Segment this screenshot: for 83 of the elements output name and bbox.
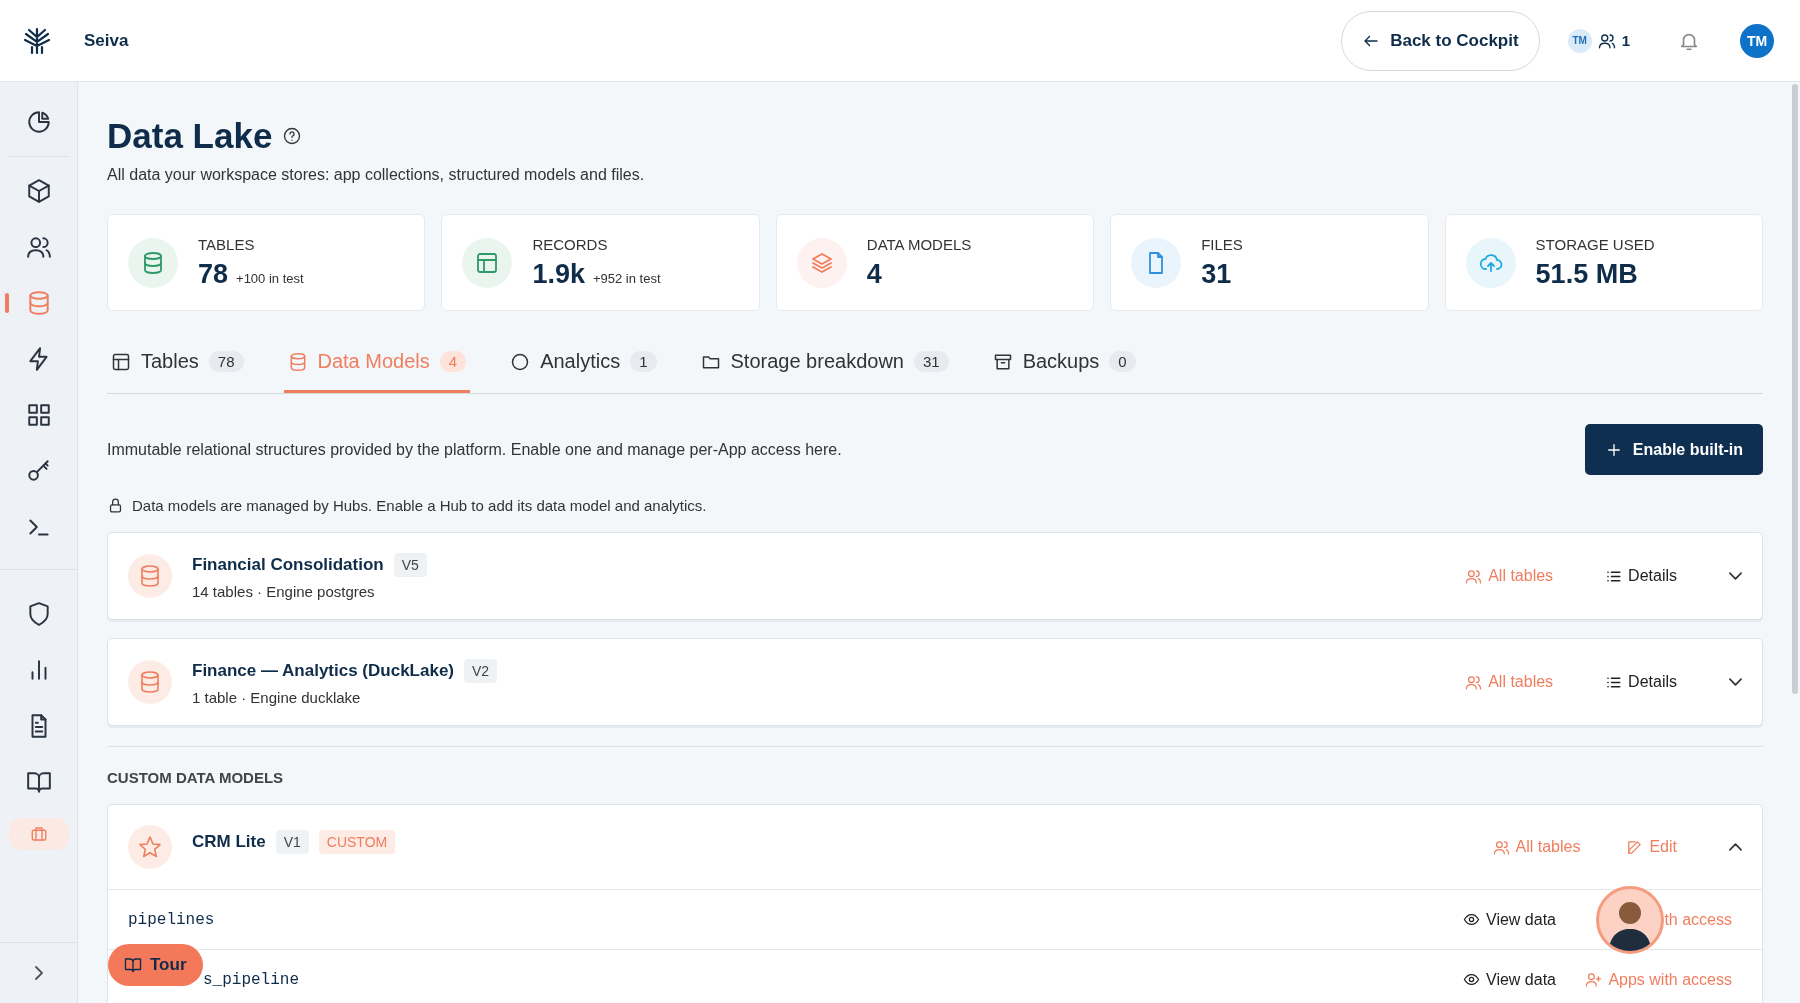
tab-count: 31: [913, 351, 949, 372]
notice-text: Data models are managed by Hubs. Enable a Hub to add its data model and analytics.: [132, 497, 707, 514]
user-plus-icon: [1585, 971, 1603, 988]
view-data-link[interactable]: View data: [1463, 910, 1556, 929]
chevron-down-icon: [1729, 678, 1742, 686]
cube-icon: [25, 178, 52, 204]
pie-chart-icon: [25, 109, 52, 135]
brand-name: Seiva: [84, 30, 129, 51]
tab-count: 1: [630, 351, 657, 372]
scrollbar[interactable]: [1792, 84, 1798, 694]
stat-label: DATA MODELS: [866, 235, 972, 253]
stat-value: 4: [866, 258, 882, 290]
briefcase-icon: [29, 825, 48, 843]
version-badge: V2: [464, 658, 498, 683]
intro-text: Immutable relational structures provided by the platform. Enable one and manage per-App access here.: [107, 440, 842, 459]
tour-button[interactable]: Tour: [108, 944, 203, 986]
book-icon: [25, 769, 52, 795]
table-icon: [111, 351, 131, 372]
stat-label: TABLES: [198, 235, 256, 253]
tab-count: 78: [208, 351, 244, 372]
tab[interactable]: Backups 0: [988, 333, 1140, 393]
book-icon: [124, 956, 142, 974]
circle-icon: [510, 351, 531, 372]
users-icon: [1492, 838, 1510, 856]
back-button[interactable]: Back to Cockpit: [1341, 10, 1540, 71]
key-icon: [25, 458, 52, 484]
eye-icon: [1463, 971, 1480, 988]
expand-toggle[interactable]: [1729, 572, 1742, 580]
expand-toggle[interactable]: [1729, 678, 1742, 686]
version-badge: V1: [275, 830, 309, 854]
user-avatar[interactable]: TM: [1740, 23, 1774, 58]
tab[interactable]: Analytics 1: [506, 333, 661, 393]
chevron-right-icon: [34, 966, 43, 980]
users-icon: [25, 234, 52, 260]
stat-value: 78: [198, 258, 229, 290]
presence-avatar: TM: [1567, 28, 1592, 53]
page-subtitle: All data your workspace stores: app collections, structured models and files.: [107, 166, 646, 184]
stat-label: STORAGE USED: [1535, 235, 1655, 253]
stat-value: 51.5 MB: [1535, 258, 1638, 290]
model-meta: 14 tables · Engine postgres: [192, 582, 376, 600]
version-badge: V5: [393, 552, 427, 577]
chevron-up-icon: [1729, 843, 1742, 851]
page-title: Data Lake: [107, 116, 273, 156]
grid-icon: [25, 402, 52, 428]
layers-icon: [809, 250, 834, 275]
stat-value: 31: [1201, 258, 1232, 290]
tab-count: 0: [1109, 351, 1136, 372]
section-title: CUSTOM DATA MODELS: [107, 769, 285, 786]
edit-icon: [1626, 838, 1644, 856]
model-meta: 1 table · Engine ducklake: [192, 688, 362, 706]
tab[interactable]: Tables 78: [107, 333, 248, 393]
lock-icon: [107, 497, 124, 514]
details-button[interactable]: Details: [1605, 567, 1677, 585]
model-name: Finance — Analytics (DuckLake): [192, 660, 454, 681]
presence-count: 1: [1621, 32, 1630, 49]
star-icon: [138, 835, 162, 859]
model-name: Financial Consolidation: [192, 554, 384, 575]
users-icon: [1465, 673, 1483, 691]
table-name: s_pipeline: [202, 970, 300, 989]
enable-button[interactable]: Enable built-in: [1584, 424, 1763, 475]
database-icon: [138, 564, 162, 588]
users-icon: [1465, 567, 1483, 585]
stat-note: +952 in test: [592, 270, 661, 286]
view-data-link[interactable]: View data: [1463, 970, 1556, 989]
stat-note: +100 in test: [236, 270, 304, 286]
eye-icon: [1463, 911, 1480, 928]
tab-count: 4: [439, 351, 467, 372]
stat-value: 1.9k: [532, 258, 585, 290]
details-button[interactable]: Details: [1605, 673, 1677, 691]
users-icon: [1597, 31, 1616, 50]
stat-label: FILES: [1201, 235, 1243, 253]
stat-label: RECORDS: [532, 235, 609, 253]
model-name: CRM Lite: [192, 832, 266, 852]
chevron-down-icon: [1729, 572, 1742, 580]
table-icon: [475, 250, 500, 275]
table-name: pipelines: [128, 910, 216, 929]
database-icon: [141, 250, 165, 275]
logo-icon: [22, 25, 52, 56]
expand-toggle[interactable]: [1729, 843, 1742, 851]
tab[interactable]: Storage breakdown 31: [696, 333, 953, 393]
custom-tag: CUSTOM: [318, 830, 396, 854]
help-icon: [282, 126, 303, 146]
database-icon: [138, 670, 162, 694]
